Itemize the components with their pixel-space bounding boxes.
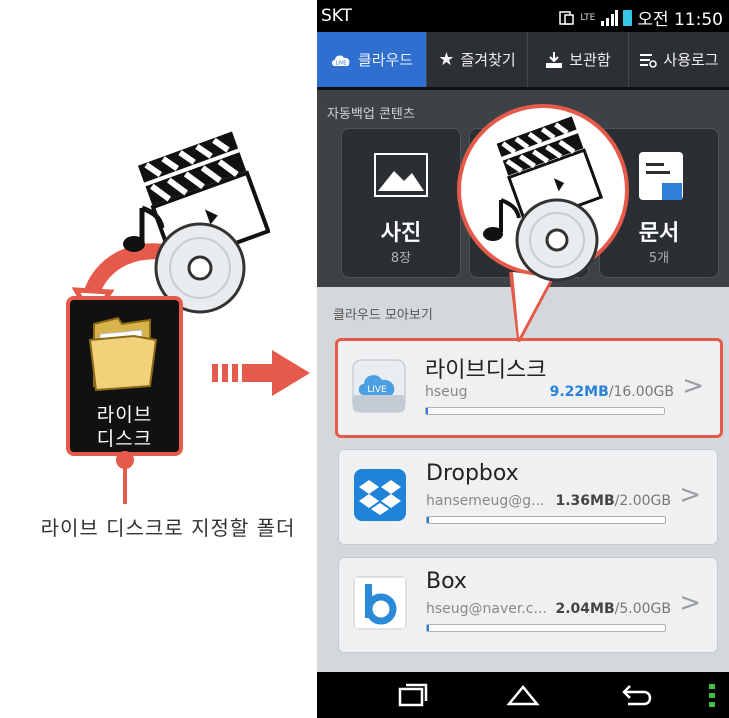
- service-card-box[interactable]: Box hseug@naver.c... 2.04MB/5.00GB >: [338, 557, 718, 653]
- main-tab-bar: LIVE 클라우드 ★ 즐겨찾기 보관함 사용로그: [317, 32, 729, 90]
- service-name: 라이브디스크: [425, 358, 547, 383]
- back-icon: [622, 685, 652, 706]
- download-tray-icon: [546, 51, 563, 68]
- caption-connector-line: [123, 460, 127, 504]
- tab-favorites-label: 즐겨찾기: [460, 51, 516, 69]
- usage-progress-bar: [426, 624, 666, 632]
- usage-progress-fill: [426, 408, 428, 414]
- service-usage: 9.22MB/16.00GB: [550, 384, 674, 400]
- live-cloud-icon: LIVE: [352, 359, 406, 413]
- service-account: hseug@naver.c...: [426, 601, 547, 617]
- lte-indicator: LTE: [580, 12, 596, 23]
- star-icon: ★: [438, 49, 455, 70]
- usage-progress-bar: [425, 407, 665, 415]
- cloud-overview-title: 클라우드 모아보기: [333, 308, 433, 323]
- service-name: Box: [426, 569, 467, 594]
- dropbox-icon: [354, 469, 406, 521]
- live-disk-folder: 라이브 디스크: [66, 296, 183, 456]
- service-total: /16.00GB: [608, 384, 674, 400]
- list-log-icon: [640, 53, 658, 68]
- explanation-illustration: 라이브 디스크 라이브 디스크로 지정할 폴더: [0, 0, 330, 718]
- backup-tile-photos[interactable]: 사진 8장: [341, 128, 461, 278]
- backup-tile-photos-count: 8장: [390, 251, 412, 266]
- usage-progress-fill: [427, 517, 429, 523]
- service-usage: 1.36MB/2.00GB: [556, 493, 672, 509]
- service-used: 1.36MB: [555, 493, 615, 509]
- document-icon: [639, 152, 683, 200]
- service-card-dropbox[interactable]: Dropbox hansemeug@g... 1.36MB/2.00GB >: [338, 449, 718, 545]
- service-total: /2.00GB: [614, 493, 671, 509]
- tab-storage-label: 보관함: [569, 51, 611, 69]
- battery-icon: [623, 9, 633, 26]
- auto-backup-title: 자동백업 콘텐츠: [327, 107, 415, 122]
- tab-cloud[interactable]: LIVE 클라우드: [317, 32, 427, 87]
- tab-favorites[interactable]: ★ 즐겨찾기: [427, 32, 528, 87]
- service-used: 9.22MB: [549, 384, 609, 400]
- svg-text:LIVE: LIVE: [335, 60, 346, 66]
- tab-storage[interactable]: 보관함: [528, 32, 629, 87]
- usage-progress-bar: [426, 516, 666, 524]
- status-time: 오전 11:50: [637, 10, 723, 30]
- folder-caption: 라이브 디스크로 지정할 폴더: [40, 516, 296, 540]
- service-name: Dropbox: [426, 461, 519, 486]
- folder-label-line1: 라이브: [96, 404, 153, 426]
- chevron-right-icon: >: [679, 588, 701, 618]
- signal-icon: [601, 9, 619, 26]
- service-account: hseug: [425, 384, 468, 400]
- usage-progress-fill: [427, 625, 429, 631]
- home-icon: [506, 685, 540, 706]
- svg-text:LIVE: LIVE: [367, 385, 387, 395]
- box-icon: [353, 576, 407, 630]
- folder-icon: [88, 316, 158, 392]
- tab-cloud-label: 클라우드: [357, 51, 414, 69]
- recent-apps-button[interactable]: [383, 672, 443, 718]
- media-callout-bubble: [457, 104, 629, 342]
- right-arrow-icon: [212, 350, 310, 396]
- screen-mirror-icon: [559, 10, 575, 25]
- home-button[interactable]: [493, 672, 553, 718]
- back-button[interactable]: [607, 672, 667, 718]
- carrier-label: SKT: [321, 6, 353, 26]
- image-icon: [374, 153, 428, 197]
- tab-usage-log-label: 사용로그: [663, 51, 719, 69]
- recent-apps-icon: [398, 683, 428, 707]
- menu-button[interactable]: [697, 672, 727, 718]
- service-total: /5.00GB: [614, 601, 671, 617]
- cloud-live-icon: LIVE: [331, 55, 350, 66]
- phone-screen: SKT LTE 오전 11:50 LIVE 클라우드 ★ 즐겨찾기 보관함 사용…: [317, 0, 729, 718]
- backup-tile-photos-title: 사진: [380, 221, 422, 246]
- service-usage: 2.04MB/5.00GB: [556, 601, 672, 617]
- chevron-right-icon: >: [679, 480, 701, 510]
- status-bar: SKT LTE 오전 11:50: [317, 0, 729, 32]
- service-account: hansemeug@g...: [426, 493, 545, 509]
- overflow-menu-icon: [709, 684, 715, 707]
- service-used: 2.04MB: [555, 601, 615, 617]
- service-card-livedisk[interactable]: LIVE 라이브디스크 hseug 9.22MB/16.00GB >: [335, 338, 723, 438]
- folder-label-line2: 디스크: [96, 428, 153, 450]
- chevron-right-icon: >: [682, 371, 704, 401]
- tab-usage-log[interactable]: 사용로그: [629, 32, 729, 87]
- android-nav-bar: [317, 672, 729, 718]
